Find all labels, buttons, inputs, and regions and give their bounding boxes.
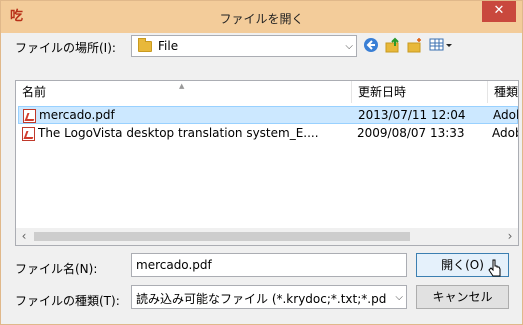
chevron-down-icon: ⌵ — [345, 41, 353, 52]
file-type: Adob — [493, 108, 518, 122]
file-name: The LogoVista desktop translation system… — [38, 126, 319, 140]
new-folder-icon[interactable] — [407, 37, 423, 53]
close-button[interactable]: ✕ — [482, 1, 516, 22]
filename-label: ファイル名(N): — [15, 262, 98, 276]
scroll-left-icon[interactable]: ‹ — [16, 229, 32, 243]
view-menu-icon[interactable] — [429, 37, 453, 53]
file-modified: 2009/08/07 13:33 — [357, 126, 465, 140]
location-label: ファイルの場所(I): — [15, 41, 116, 55]
pdf-file-icon — [23, 109, 36, 123]
folder-icon — [138, 38, 152, 52]
cancel-button[interactable]: キャンセル — [416, 285, 509, 309]
filetype-label: ファイルの種類(T): — [15, 294, 120, 308]
filetype-value: 読み込み可能なファイル (*.krydoc;*.txt;*.pdf; — [136, 292, 386, 306]
window-title: ファイルを開く — [219, 12, 304, 26]
location-value: File — [158, 39, 179, 53]
title-bar[interactable]: 吃 ファイルを開く ✕ — [1, 1, 522, 33]
chevron-down-icon: ⌵ — [395, 292, 403, 303]
sort-ascending-icon: ▲ — [179, 82, 185, 90]
up-folder-icon[interactable] — [385, 37, 401, 53]
back-icon[interactable] — [363, 37, 379, 53]
open-file-dialog: 吃 ファイルを開く ✕ ファイルの場所(I): File ⌵ 名前 ▲ 更新日時… — [0, 0, 523, 325]
filetype-select[interactable]: 読み込み可能なファイル (*.krydoc;*.txt;*.pdf; ⌵ — [131, 285, 407, 309]
file-type: Adob — [492, 126, 518, 140]
filename-value: mercado.pdf — [136, 258, 212, 272]
mouse-cursor-icon — [488, 259, 502, 277]
file-name: mercado.pdf — [39, 108, 115, 122]
column-header-modified[interactable]: 更新日時 — [352, 81, 488, 103]
file-list[interactable]: 名前 ▲ 更新日時 種類 mercado.pdf 2013/07/11 12:0… — [15, 80, 519, 246]
scroll-right-icon[interactable]: › — [502, 229, 518, 243]
column-header-type[interactable]: 種類 — [488, 81, 518, 103]
scrollbar-thumb[interactable] — [34, 232, 410, 241]
location-combo[interactable]: File ⌵ — [131, 35, 357, 57]
filename-input[interactable]: mercado.pdf — [131, 253, 407, 277]
horizontal-scrollbar[interactable]: ‹ › — [16, 228, 518, 245]
pdf-file-icon — [22, 127, 35, 141]
file-modified: 2013/07/11 12:04 — [358, 108, 466, 122]
file-row-mercado[interactable]: mercado.pdf 2013/07/11 12:04 Adob — [18, 106, 518, 124]
file-row-logovista[interactable]: The LogoVista desktop translation system… — [18, 125, 518, 143]
